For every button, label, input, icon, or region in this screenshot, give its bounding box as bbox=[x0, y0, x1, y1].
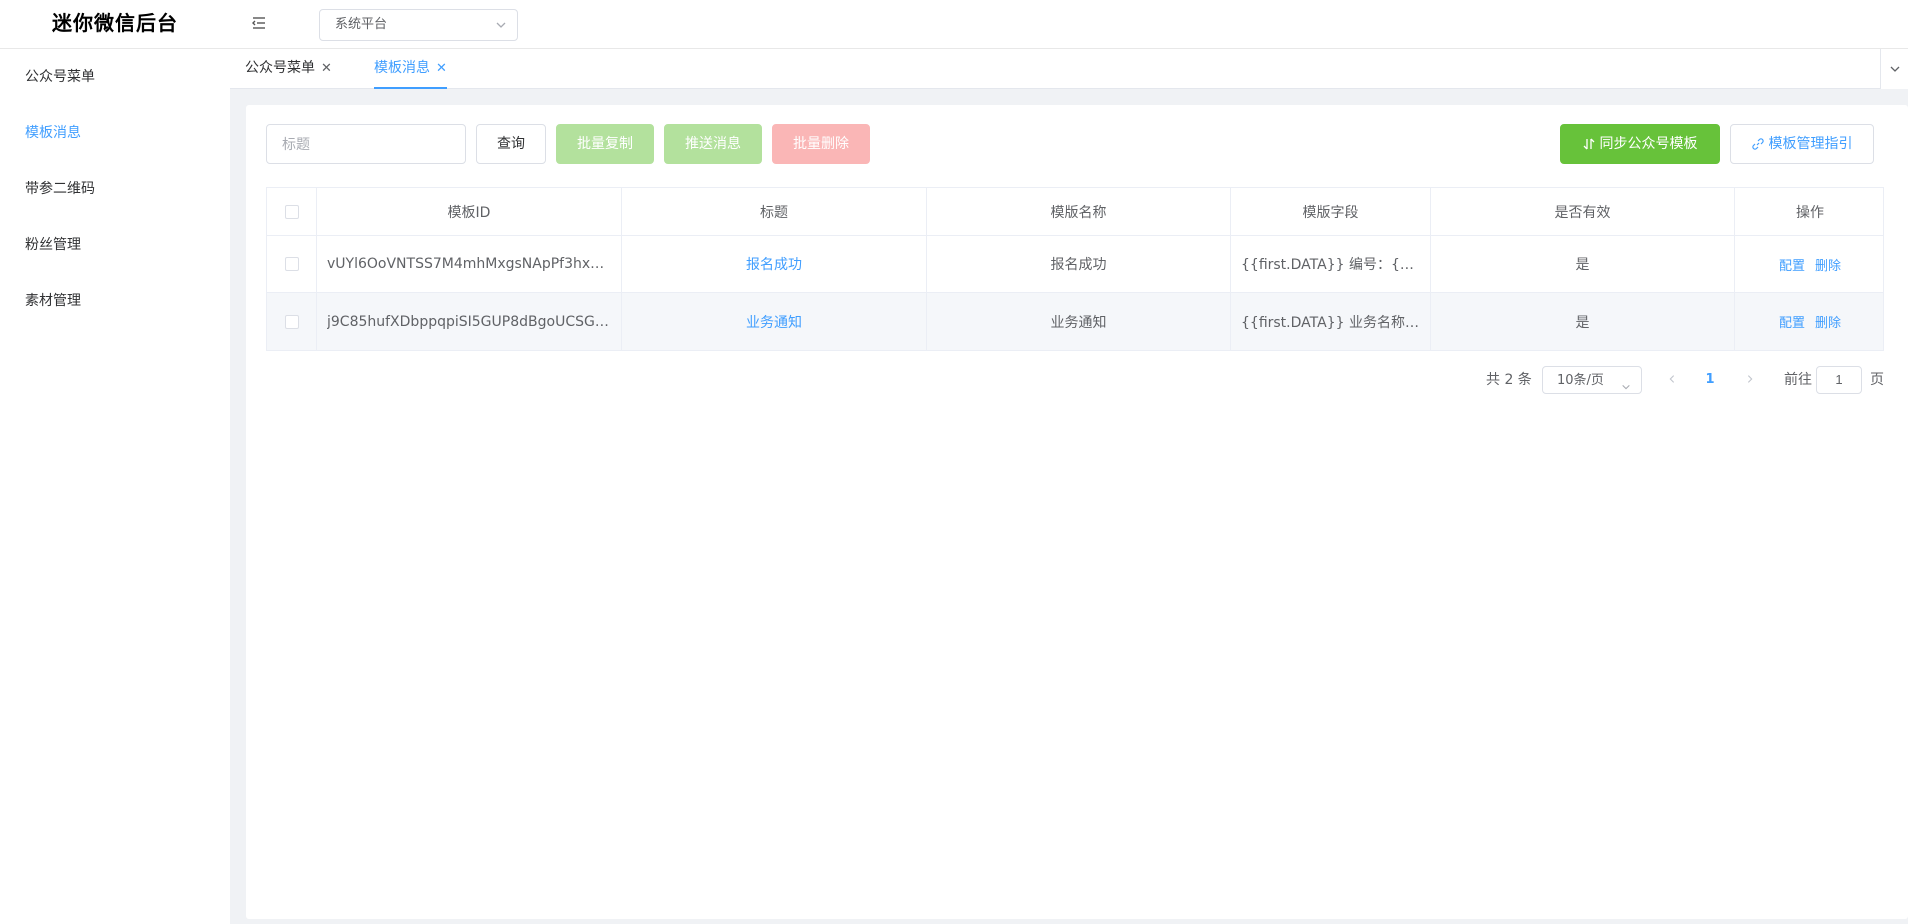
sync-templates-label: 同步公众号模板 bbox=[1599, 136, 1698, 152]
title-link[interactable]: 业务通知 bbox=[746, 312, 802, 332]
select-all-checkbox[interactable] bbox=[284, 204, 299, 219]
page-suffix-label: 页 bbox=[1870, 372, 1884, 388]
table-row: j9C85hufXDbppqpiSI5GUP8dBgoUCSGUK… 业务通知 … bbox=[267, 293, 1883, 350]
platform-select[interactable]: 系统平台 bbox=[319, 9, 518, 41]
template-guide-button[interactable]: 模板管理指引 bbox=[1730, 124, 1874, 164]
goto-label: 前往 bbox=[1784, 372, 1812, 388]
prev-page-button[interactable] bbox=[1660, 366, 1684, 394]
valid-cell: 是 bbox=[1431, 236, 1735, 292]
batch-delete-button[interactable]: 批量删除 bbox=[772, 124, 870, 164]
menu-collapse-icon[interactable] bbox=[250, 14, 270, 34]
template-id-cell: j9C85hufXDbppqpiSI5GUP8dBgoUCSGUK… bbox=[317, 293, 622, 350]
template-table: 模板ID 标题 模版名称 模版字段 是否有效 操作 vUYl6OoVNTSS7M… bbox=[266, 187, 1884, 351]
template-name-cell: 报名成功 bbox=[927, 236, 1231, 292]
query-button[interactable]: 查询 bbox=[476, 124, 546, 164]
table-row: vUYl6OoVNTSS7M4mhMxgsNApPf3hxmV… 报名成功 报名… bbox=[267, 236, 1883, 293]
platform-select-value: 系统平台 bbox=[335, 17, 388, 32]
link-icon bbox=[1751, 138, 1764, 150]
title-cell: 报名成功 bbox=[622, 236, 927, 292]
config-link[interactable]: 配置 bbox=[1779, 312, 1805, 331]
fields-cell: {{first.DATA}} 业务名称：{{… bbox=[1231, 293, 1431, 350]
push-message-button[interactable]: 推送消息 bbox=[664, 124, 762, 164]
tab-label: 模板消息 bbox=[374, 60, 430, 76]
template-guide-label: 模板管理指引 bbox=[1768, 136, 1853, 152]
fields-cell: {{first.DATA}} 编号：{{key… bbox=[1231, 236, 1431, 292]
sort-icon bbox=[1583, 138, 1594, 150]
delete-link[interactable]: 删除 bbox=[1815, 312, 1841, 331]
page-size-select[interactable]: 10条/页 bbox=[1542, 366, 1642, 394]
column-header: 标题 bbox=[622, 188, 927, 235]
chevron-down-icon bbox=[1890, 66, 1900, 72]
sidebar: 公众号菜单 模板消息 带参二维码 粉丝管理 素材管理 bbox=[0, 49, 230, 924]
chevron-down-icon bbox=[495, 19, 507, 31]
sync-templates-button[interactable]: 同步公众号模板 bbox=[1560, 124, 1720, 164]
column-header: 模版字段 bbox=[1231, 188, 1431, 235]
page-size-value: 10条/页 bbox=[1557, 373, 1604, 388]
tab-menu[interactable]: 公众号菜单 ✕ bbox=[245, 49, 332, 88]
table-header-row: 模板ID 标题 模版名称 模版字段 是否有效 操作 bbox=[267, 188, 1883, 236]
tab-label: 公众号菜单 bbox=[245, 60, 315, 76]
tabs-dropdown-button[interactable] bbox=[1880, 49, 1908, 89]
chevron-left-icon bbox=[1669, 375, 1675, 383]
title-link[interactable]: 报名成功 bbox=[746, 254, 802, 274]
row-checkbox[interactable] bbox=[284, 314, 299, 329]
title-cell: 业务通知 bbox=[622, 293, 927, 350]
template-fields: {{first.DATA}} 编号：{{key… bbox=[1241, 257, 1430, 273]
sidebar-item-template-message[interactable]: 模板消息 bbox=[0, 105, 230, 161]
sidebar-item-qrcode[interactable]: 带参二维码 bbox=[0, 161, 230, 217]
sidebar-item-fans[interactable]: 粉丝管理 bbox=[0, 217, 230, 273]
template-name-cell: 业务通知 bbox=[927, 293, 1231, 350]
template-id: j9C85hufXDbppqpiSI5GUP8dBgoUCSGUK… bbox=[327, 313, 621, 330]
operations-cell: 配置 删除 bbox=[1735, 293, 1885, 350]
pagination-total: 共 2 条 bbox=[1486, 372, 1532, 388]
template-fields: {{first.DATA}} 业务名称：{{… bbox=[1241, 314, 1430, 331]
next-page-button[interactable] bbox=[1738, 366, 1762, 394]
column-header: 是否有效 bbox=[1431, 188, 1735, 235]
template-id-cell: vUYl6OoVNTSS7M4mhMxgsNApPf3hxmV… bbox=[317, 236, 622, 292]
title-search-input[interactable] bbox=[266, 124, 466, 164]
top-header: 迷你微信后台 系统平台 bbox=[0, 0, 1908, 49]
sidebar-item-menu[interactable]: 公众号菜单 bbox=[0, 49, 230, 105]
tab-template-message[interactable]: 模板消息 ✕ bbox=[374, 49, 447, 89]
tabs-bar: 公众号菜单 ✕ 模板消息 ✕ bbox=[230, 49, 1908, 89]
row-select-cell bbox=[267, 293, 317, 350]
column-header: 模板ID bbox=[317, 188, 622, 235]
sidebar-item-materials[interactable]: 素材管理 bbox=[0, 273, 230, 329]
content-card: 查询 批量复制 推送消息 批量删除 同步公众号模板 模板管理指引 模板ID 标题… bbox=[246, 105, 1908, 919]
page-number-current[interactable]: 1 bbox=[1698, 366, 1722, 394]
header-select-cell bbox=[267, 188, 317, 235]
config-link[interactable]: 配置 bbox=[1779, 255, 1805, 274]
template-id: vUYl6OoVNTSS7M4mhMxgsNApPf3hxmV… bbox=[327, 256, 621, 272]
row-select-cell bbox=[267, 236, 317, 292]
goto-page-input[interactable] bbox=[1816, 366, 1862, 394]
operations-cell: 配置 删除 bbox=[1735, 236, 1885, 292]
valid-cell: 是 bbox=[1431, 293, 1735, 350]
close-icon[interactable]: ✕ bbox=[321, 50, 332, 88]
delete-link[interactable]: 删除 bbox=[1815, 255, 1841, 274]
column-header: 操作 bbox=[1796, 204, 1824, 221]
batch-copy-button[interactable]: 批量复制 bbox=[556, 124, 654, 164]
chevron-down-icon bbox=[1621, 375, 1631, 403]
row-checkbox[interactable] bbox=[284, 257, 299, 271]
chevron-right-icon bbox=[1747, 375, 1753, 383]
column-header: 模版名称 bbox=[927, 188, 1231, 235]
close-icon[interactable]: ✕ bbox=[436, 50, 447, 88]
app-title: 迷你微信后台 bbox=[52, 11, 178, 35]
